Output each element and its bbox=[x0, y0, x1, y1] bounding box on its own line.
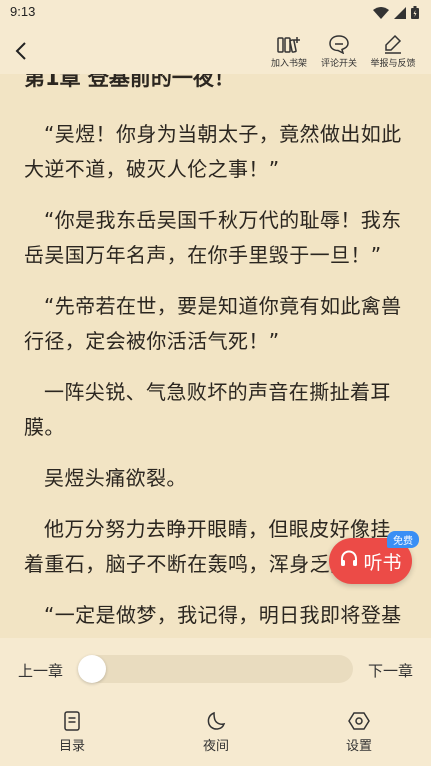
paragraph: “你是我东岳吴国千秋万代的耻辱！我东岳吴国万年名声，在你手里毁于一旦！” bbox=[24, 208, 402, 267]
settings-label: 设置 bbox=[345, 739, 372, 754]
edit-feedback-icon bbox=[361, 34, 425, 54]
headphones-icon bbox=[339, 549, 359, 573]
settings-icon bbox=[329, 710, 389, 732]
wifi-icon bbox=[373, 4, 389, 23]
battery-icon bbox=[411, 4, 419, 23]
status-bar: 9:13 bbox=[0, 0, 431, 24]
prev-chapter-button[interactable]: 上一章 bbox=[18, 660, 63, 681]
listen-label: 听书 bbox=[363, 551, 402, 574]
night-mode-button[interactable]: 夜间 bbox=[186, 710, 246, 754]
back-arrow-icon[interactable] bbox=[10, 39, 34, 63]
status-time: 9:13 bbox=[10, 4, 36, 19]
paragraph: “吴煜！你身为当朝太子，竟然做出如此大逆不道，破灭人伦之事！” bbox=[24, 122, 402, 181]
slider-thumb[interactable] bbox=[78, 655, 106, 683]
catalog-icon bbox=[42, 710, 102, 732]
next-chapter-button[interactable]: 下一章 bbox=[368, 660, 413, 681]
report-feedback-label: 举报与反馈 bbox=[370, 59, 416, 69]
night-mode-label: 夜间 bbox=[202, 739, 229, 754]
paragraph: “先帝若在世，要是知道你竟有如此禽兽行径，定会被你活活气死！” bbox=[24, 294, 402, 353]
status-icons bbox=[373, 4, 419, 23]
paragraph: 吴煜头痛欲裂。 bbox=[44, 466, 187, 490]
free-badge: 免费 bbox=[387, 531, 419, 548]
night-mode-icon bbox=[186, 710, 246, 732]
signal-icon bbox=[394, 4, 406, 23]
paragraph: 一阵尖锐、气急败坏的声音在撕扯着耳膜。 bbox=[24, 380, 391, 439]
catalog-button[interactable]: 目录 bbox=[42, 710, 102, 754]
chapter-progress-slider[interactable] bbox=[78, 655, 353, 683]
reader-toolbar: 加入书架 评论开关 举报与反馈 bbox=[0, 24, 431, 74]
catalog-label: 目录 bbox=[58, 739, 85, 754]
paragraph: “一定是做梦，我记得，明日我即将登基为帝，一定是做梦。” bbox=[44, 603, 402, 627]
report-feedback-button[interactable]: 举报与反馈 bbox=[361, 34, 425, 74]
bottom-panel: 上一章 下一章 目录 夜间 设置 bbox=[0, 638, 431, 766]
settings-button[interactable]: 设置 bbox=[329, 710, 389, 754]
